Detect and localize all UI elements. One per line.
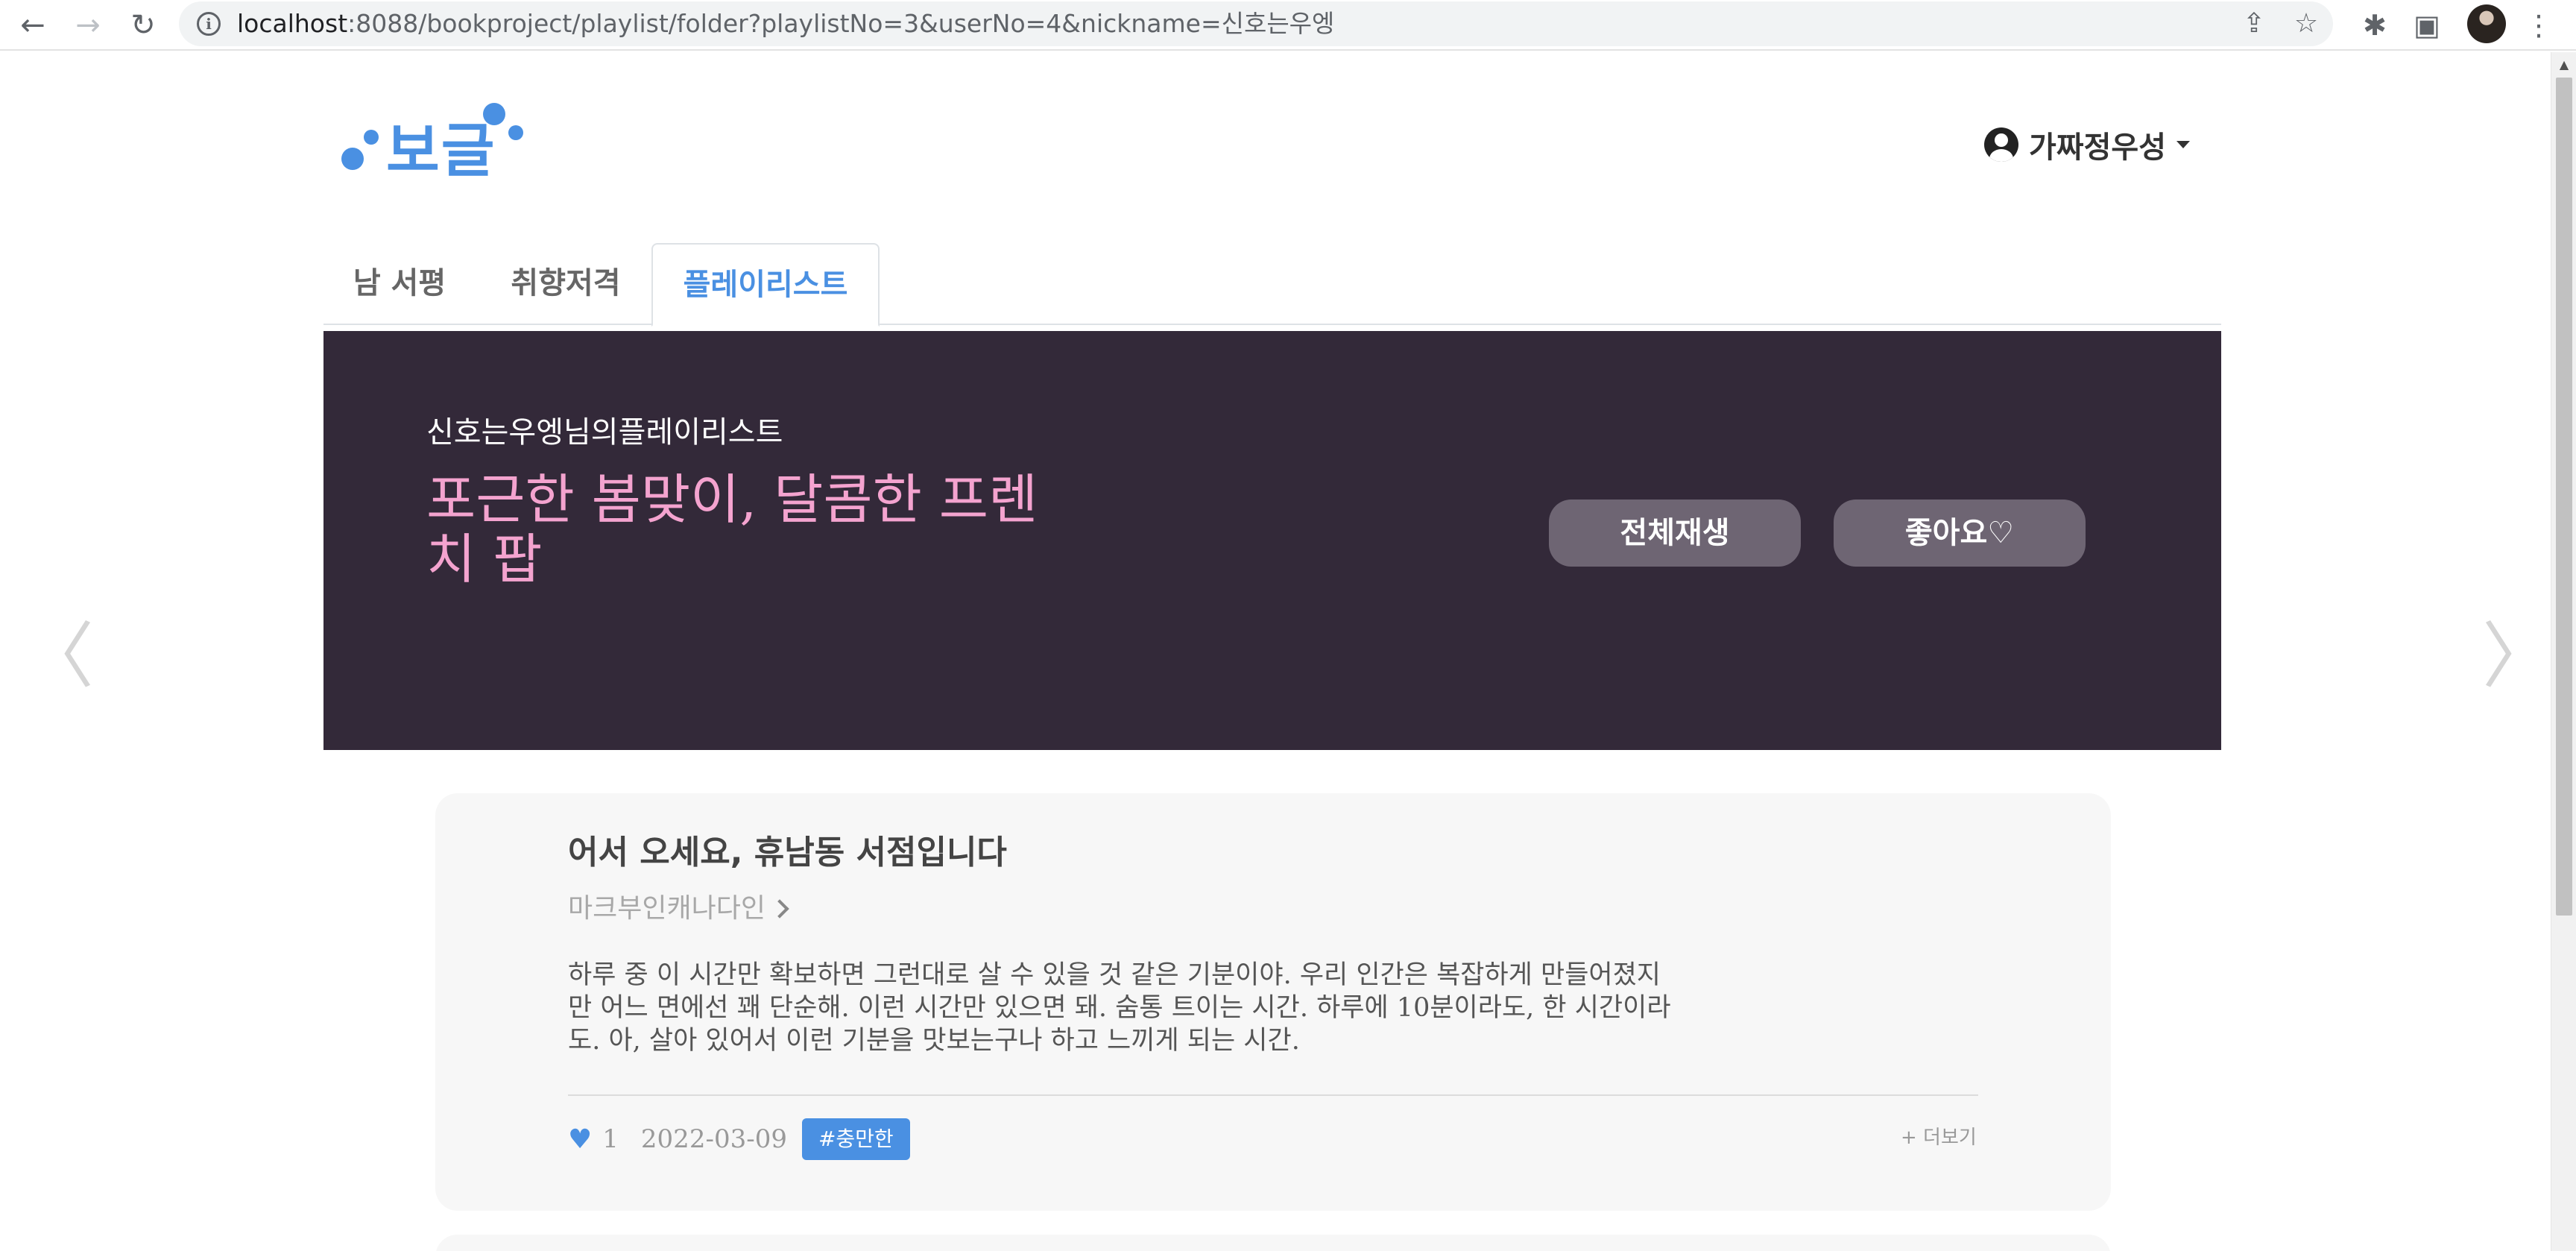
share-icon[interactable]: ⇪ xyxy=(2236,6,2272,42)
like-count: 1 xyxy=(602,1124,619,1154)
site-info-icon[interactable]: i xyxy=(197,12,221,36)
extensions-puzzle-icon[interactable]: ✱ xyxy=(2355,6,2394,45)
back-arrow-icon[interactable]: ← xyxy=(12,4,54,46)
playlist-owner-label: 신호는우엥님의플레이리스트 xyxy=(426,415,783,450)
carousel-next-icon[interactable]: 〉 xyxy=(2482,620,2554,692)
chevron-right-icon xyxy=(770,899,789,918)
carousel-prev-icon[interactable]: 〈 xyxy=(22,620,94,692)
like-playlist-button[interactable]: 좋아요♡ xyxy=(1834,500,2086,567)
tab-playlist[interactable]: 플레이리스트 xyxy=(651,243,880,327)
card-divider xyxy=(568,1094,1978,1096)
review-meta: ♥ 1 2022-03-09 #충만한 xyxy=(568,1118,910,1160)
review-card: 어서 오세요, 휴남동 서점입니다 마크부인캐나다인 하루 중 이 시간만 확보… xyxy=(435,793,2111,1211)
reviewer-name: 마크부인캐나다인 xyxy=(568,893,765,924)
book-title[interactable]: 어서 오세요, 휴남동 서점입니다 xyxy=(568,831,1007,875)
play-all-button[interactable]: 전체재생 xyxy=(1549,500,1801,567)
playlist-title: 포근한 봄맞이, 달콤한 프렌치 팝 xyxy=(426,468,1038,590)
review-card-next xyxy=(435,1235,2111,1251)
tab-taste[interactable]: 취향저격 xyxy=(484,243,647,325)
site-logo[interactable]: 보글 xyxy=(340,101,534,185)
side-panel-icon[interactable]: ▣ xyxy=(2408,6,2446,45)
review-date: 2022-03-09 xyxy=(640,1124,787,1154)
playlist-banner: 신호는우엥님의플레이리스트 포근한 봄맞이, 달콤한 프렌치 팝 전체재생 좋아… xyxy=(323,331,2221,750)
address-bar[interactable]: i localhost:8088/bookproject/playlist/fo… xyxy=(179,1,2333,46)
user-avatar-icon xyxy=(1984,127,2018,162)
chevron-down-icon xyxy=(2176,141,2190,148)
logo-dot xyxy=(364,130,379,145)
user-menu[interactable]: 가짜정우성 xyxy=(1984,124,2190,166)
logo-dot xyxy=(341,148,364,170)
more-link[interactable]: + 더보기 xyxy=(1901,1123,1977,1153)
mood-tag[interactable]: #충만한 xyxy=(801,1118,910,1160)
scroll-up-arrow-icon[interactable]: ▲ xyxy=(2551,52,2576,78)
logo-text: 보글 xyxy=(386,118,496,185)
page-scrollbar[interactable]: ▲ xyxy=(2551,52,2576,1251)
tab-bar: 남 서평 취향저격 플레이리스트 xyxy=(323,243,2221,327)
browser-toolbar: ← → ↻ i localhost:8088/bookproject/playl… xyxy=(0,0,2576,51)
forward-arrow-icon[interactable]: → xyxy=(67,4,109,46)
profile-avatar[interactable] xyxy=(2467,4,2506,43)
reviewer-link[interactable]: 마크부인캐나다인 xyxy=(568,890,789,927)
url-text[interactable]: localhost:8088/bookproject/playlist/fold… xyxy=(237,7,1334,40)
review-text: 하루 중 이 시간만 확보하면 그런대로 살 수 있을 것 같은 기분이야. 우… xyxy=(568,960,1671,1056)
scroll-thumb[interactable] xyxy=(2556,78,2572,916)
more-menu-icon[interactable]: ⋮ xyxy=(2519,6,2558,45)
reload-icon[interactable]: ↻ xyxy=(122,4,164,46)
logo-dot xyxy=(508,125,523,140)
user-name: 가짜정우성 xyxy=(2029,130,2166,165)
heart-icon[interactable]: ♥ xyxy=(568,1124,592,1155)
tab-others-reviews[interactable]: 남 서평 xyxy=(323,243,476,325)
bookmark-star-icon[interactable]: ☆ xyxy=(2288,6,2324,42)
